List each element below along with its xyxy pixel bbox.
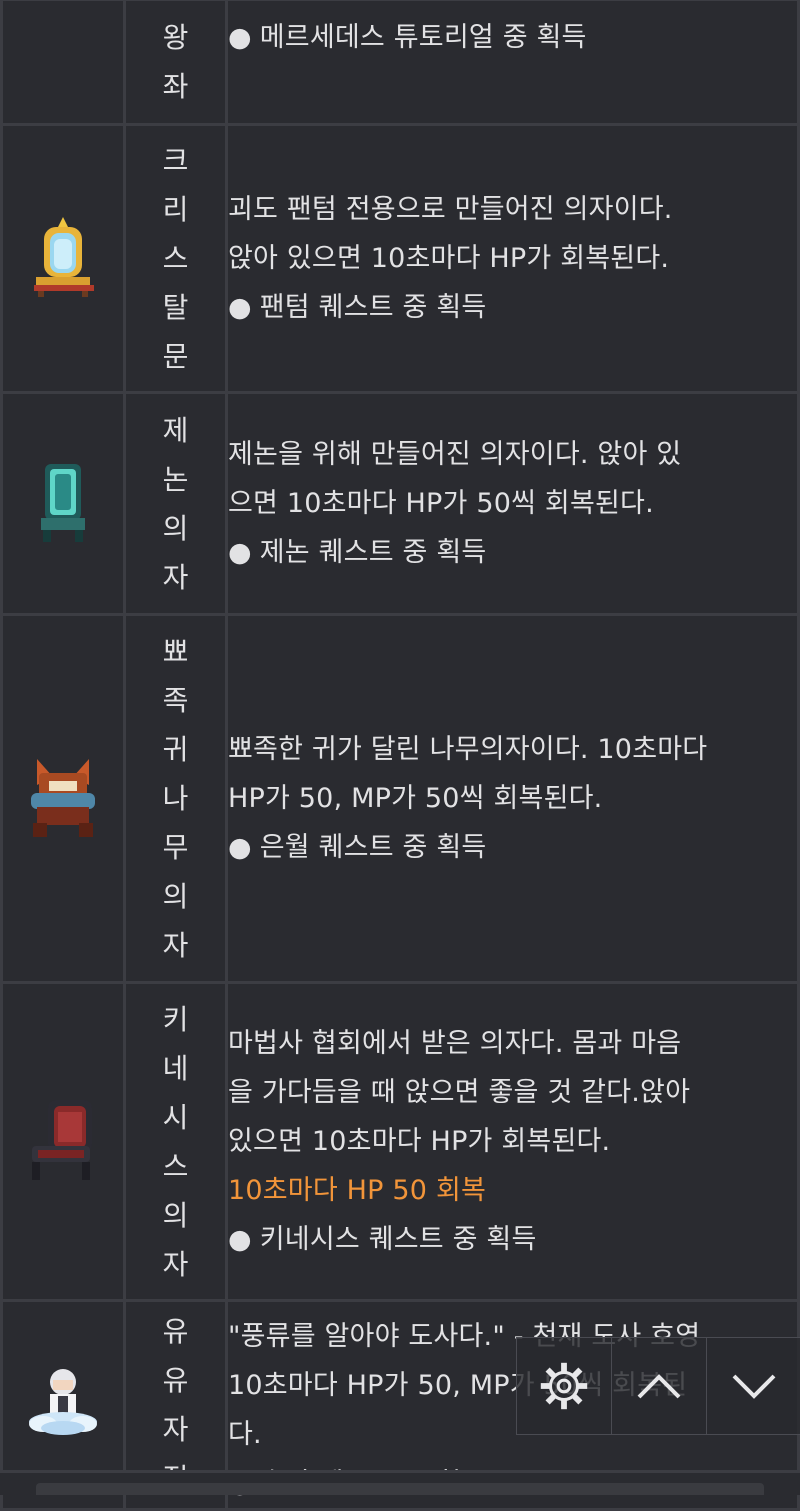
source-text: 은월 퀘스트 중 획득	[259, 832, 487, 863]
bottom-shade	[36, 1483, 764, 1495]
bullet: ●	[228, 1224, 252, 1255]
chair-row: 제논의자 제논을 위해 만들어진 의자이다. 앉아 있으면 10초마다 HP가 5…	[0, 391, 800, 616]
gear-tooth	[561, 1400, 567, 1410]
bullet: ●	[228, 292, 252, 323]
leisure-cloud-chair-icon	[23, 1366, 103, 1444]
acquisition-source: ● 메르세데스 튜토리얼 중 획득	[228, 13, 797, 62]
chair-icon-cell	[0, 0, 126, 126]
description-line: 제논을 위해 만들어진 의자이다. 앉아 있	[228, 439, 682, 470]
chair-name-cell: 크리스탈문	[123, 123, 228, 394]
throne-icon	[28, 0, 98, 24]
chair-icon-cell	[0, 391, 126, 616]
chair-name: 키네시스의자	[162, 1002, 189, 1281]
gear-tooth	[540, 1383, 550, 1389]
source-text: 메르세데스 튜토리얼 중 획득	[259, 22, 587, 53]
chair-row: 왕좌 ● 메르세데스 튜토리얼 중 획득	[0, 0, 800, 126]
scroll-up-button[interactable]	[612, 1338, 707, 1434]
chair-description-cell: ● 메르세데스 튜토리얼 중 획득	[225, 0, 800, 126]
chevron-down-icon	[732, 1374, 776, 1399]
chair-row: 뾰족귀나무의자 뾰족한 귀가 달린 나무의자이다. 10초마다 HP가 50, MP…	[0, 613, 800, 984]
chair-description-cell: 마법사 협회에서 받은 의자다. 몸과 마음을 가다듬을 때 앉으면 좋을 것 …	[225, 981, 800, 1302]
description-line: 을 가다듬을 때 앉으면 좋을 것 같다.앉아	[228, 1077, 691, 1108]
chair-name: 제논의자	[162, 413, 189, 594]
acquisition-source: ● 키네시스 퀘스트 중 획득	[228, 1215, 797, 1264]
gear-tooth	[578, 1383, 588, 1389]
source-text: 팬텀 퀘스트 중 획득	[259, 292, 487, 323]
chair-icon-cell	[0, 613, 126, 984]
chair-description-cell: 괴도 팬텀 전용으로 만들어진 의자이다. 앉아 있으면 10초마다 HP가 회복…	[225, 123, 800, 394]
bullet: ●	[228, 22, 252, 53]
chair-name: 뾰족귀나무의자	[162, 635, 189, 962]
gear-tooth	[561, 1362, 567, 1372]
chair-name-cell: 키네시스의자	[123, 981, 228, 1302]
chair-description-cell: 뾰족한 귀가 달린 나무의자이다. 10초마다 HP가 50, MP가 50씩 회…	[225, 613, 800, 984]
chair-name-cell: 뾰족귀나무의자	[123, 613, 228, 984]
chair-name-cell: 제논의자	[123, 391, 228, 616]
settings-button[interactable]	[517, 1338, 612, 1434]
chair-icon-cell	[0, 123, 126, 394]
effect-text: 10초마다 HP 50 회복	[228, 1175, 487, 1206]
description-line: 으면 10초마다 HP가 50씩 회복된다.	[228, 488, 654, 519]
acquisition-source: ● 팬텀 퀘스트 중 획득	[228, 283, 797, 332]
chevron-up-icon	[637, 1374, 681, 1399]
crystal-moon-chair-icon	[28, 215, 98, 303]
chair-name-cell: 왕좌	[123, 0, 228, 126]
chair-row: 키네시스의자 마법사 협회에서 받은 의자다. 몸과 마음을 가다듬을 때 앉으면…	[0, 981, 800, 1302]
chair-table: 왕좌 ● 메르세데스 튜토리얼 중 획득 크리스탈문 괴도 팬텀 전용으로 만들어진 의…	[0, 0, 800, 1511]
source-text: 키네시스 퀘스트 중 획득	[259, 1224, 537, 1255]
acquisition-source: ● 제논 퀘스트 중 획득	[228, 528, 797, 577]
pointy-ear-wood-chair-icon	[23, 755, 103, 843]
bullet: ●	[228, 537, 252, 568]
description-line: 괴도 팬텀 전용으로 만들어진 의자이다.	[228, 194, 673, 225]
chair-icon-cell	[0, 981, 126, 1302]
description-line: 있으면 10초마다 HP가 회복된다.	[228, 1126, 611, 1157]
bottom-edge	[0, 1470, 800, 1495]
gear-icon	[540, 1362, 588, 1410]
description-line: 뾰족한 귀가 달린 나무의자이다. 10초마다	[228, 734, 708, 765]
description-line: 앉아 있으면 10초마다 HP가 회복된다.	[228, 243, 670, 274]
kinesis-chair-icon	[26, 1098, 100, 1186]
source-text: 제논 퀘스트 중 획득	[259, 537, 487, 568]
description-line: 마법사 협회에서 받은 의자다. 몸과 마음	[228, 1028, 682, 1059]
chair-name: 왕좌	[162, 21, 189, 103]
chair-description-cell: 제논을 위해 만들어진 의자이다. 앉아 있으면 10초마다 HP가 50씩 회…	[225, 391, 800, 616]
chair-row: 크리스탈문 괴도 팬텀 전용으로 만들어진 의자이다. 앉아 있으면 10초마다 H…	[0, 123, 800, 394]
floating-toolbar	[516, 1337, 800, 1435]
xenon-chair-icon	[35, 460, 91, 548]
chair-name: 크리스탈문	[162, 144, 189, 373]
bullet: ●	[228, 832, 252, 863]
description-line: HP가 50, MP가 50씩 회복된다.	[228, 783, 603, 814]
scroll-down-button[interactable]	[707, 1338, 800, 1434]
acquisition-source: ● 은월 퀘스트 중 획득	[228, 823, 797, 872]
